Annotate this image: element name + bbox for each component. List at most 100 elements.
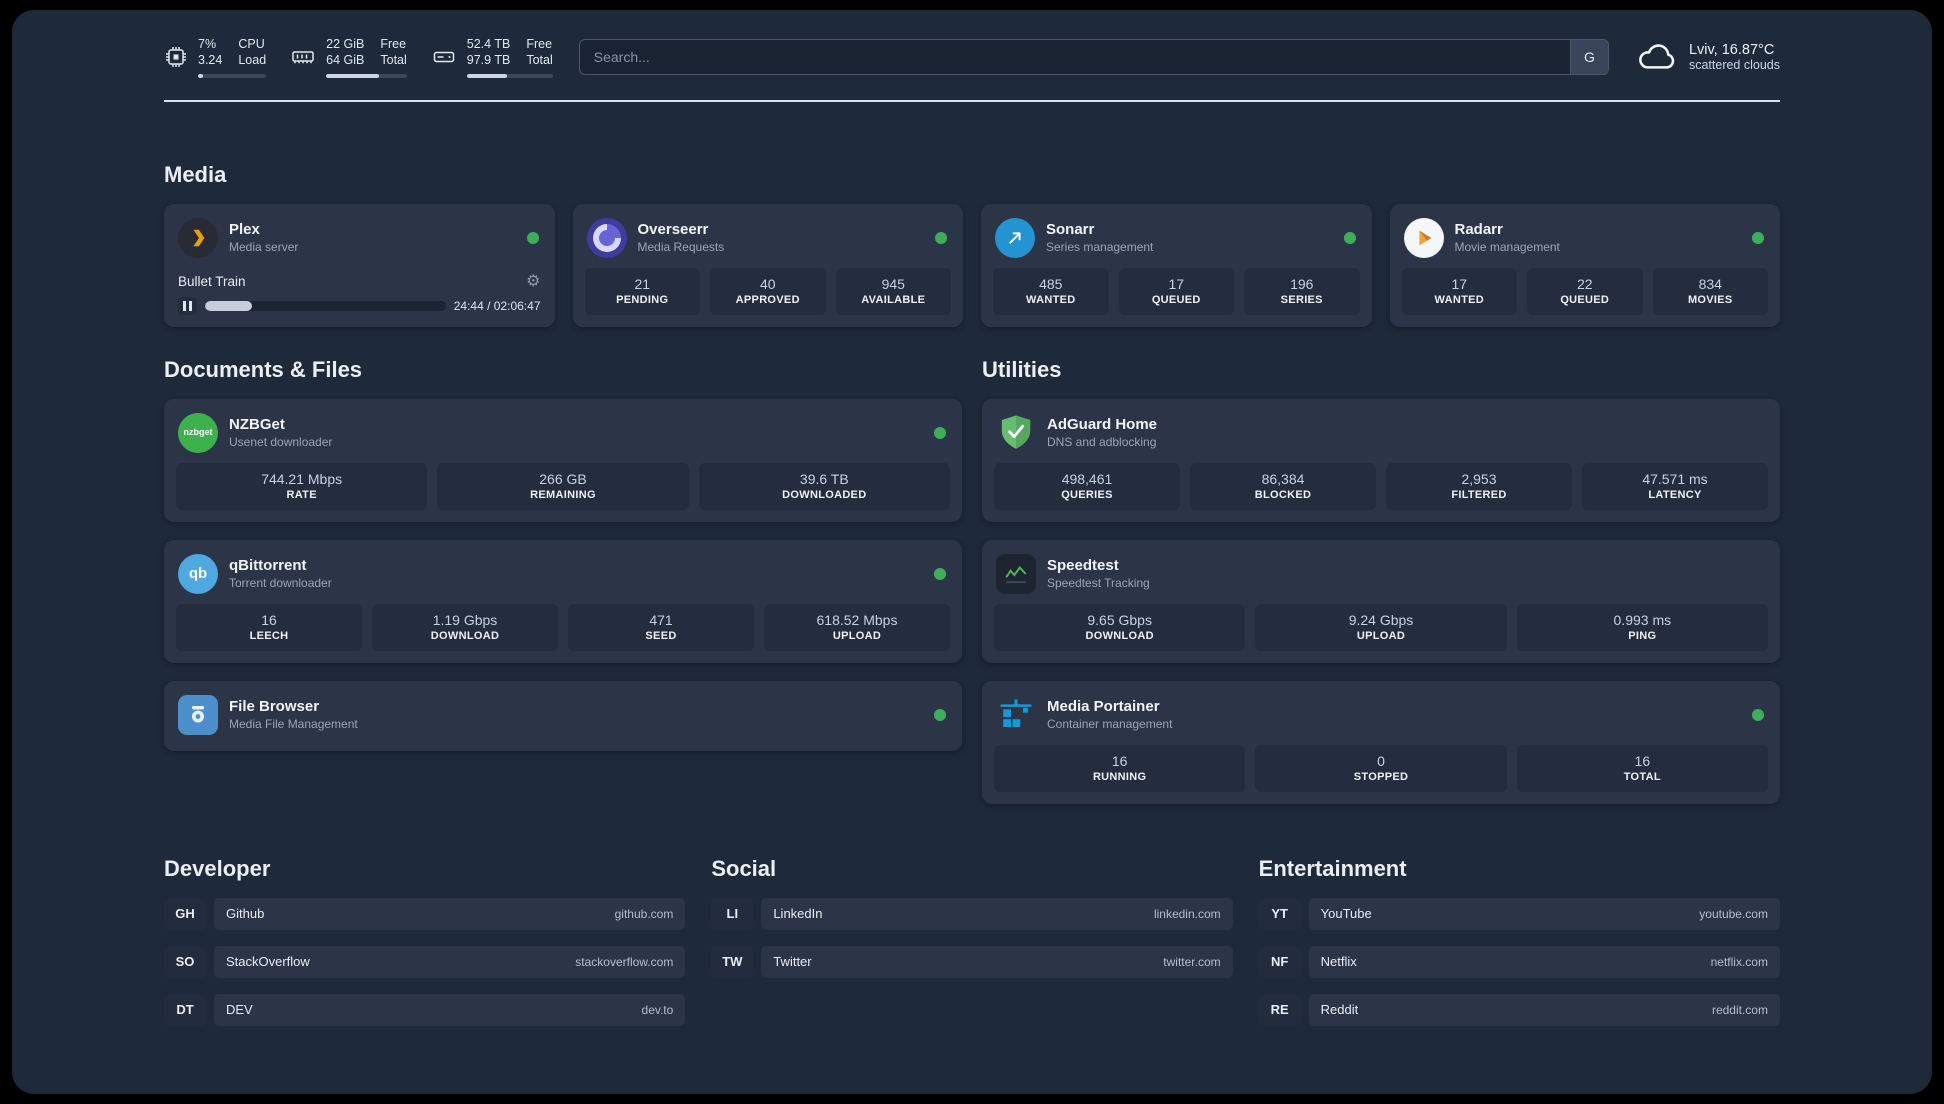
reddit-abbr-icon[interactable]: RE (1258, 993, 1301, 1026)
link-name: Reddit (1320, 1002, 1359, 1017)
portainer-icon[interactable] (996, 695, 1036, 735)
card-portainer[interactable]: Media Portainer Container management 16 … (982, 680, 1780, 804)
storage-body: 52.4 TB 97.9 TB Free Total (466, 36, 553, 78)
documents-cards: nzbget NZBGet Usenet downloader 744.21 M… (164, 398, 962, 751)
stat-label: MOVIES (1687, 293, 1733, 306)
sonarr-stats: 485 WANTED 17 QUEUED 196 SERIES (993, 267, 1360, 315)
overseerr-stats: 21 PENDING 40 APPROVED 945 AVAILABLE (584, 267, 951, 315)
card-nzbget[interactable]: nzbget NZBGet Usenet downloader 744.21 M… (164, 398, 962, 522)
utilities-cards: AdGuard Home DNS and adblocking 498,461 … (982, 398, 1780, 804)
radarr-icon[interactable] (1403, 217, 1444, 258)
link-github: GH Github github.com (164, 897, 686, 930)
app-name: Speedtest (1047, 557, 1119, 574)
stat-value: 0 (1377, 752, 1385, 769)
stackoverflow-link[interactable]: StackOverflow stackoverflow.com (214, 945, 686, 978)
settings-gear-icon[interactable]: ⚙ (526, 273, 540, 290)
memory-free: 22 GiB (326, 37, 365, 51)
playback-time: 24:44 / 02:06:47 (453, 298, 541, 313)
sonarr-icon[interactable] (995, 217, 1035, 258)
status-dot (934, 708, 946, 721)
dev-abbr-icon[interactable]: DT (164, 993, 206, 1026)
dashboard-content: 7% 3.24 CPU Load 22 GiB 64 GiB Free Tota… (164, 10, 1780, 1066)
adguard-icon[interactable] (996, 413, 1036, 453)
stackoverflow-abbr-icon[interactable]: SO (164, 945, 206, 978)
filebrowser-icon[interactable] (178, 694, 218, 735)
dev-link[interactable]: DEV dev.to (214, 993, 686, 1026)
overseerr-icon[interactable] (586, 217, 627, 258)
stat-label: DOWNLOAD (1085, 629, 1154, 642)
linkedin-link[interactable]: LinkedIn linkedin.com (761, 897, 1233, 930)
app-name: qBittorrent (229, 557, 307, 574)
bottom-grid: Developer GH Github github.com SO StackO… (164, 856, 1780, 1066)
stat-box: 266 GB REMAINING (437, 462, 689, 510)
memory-progressbar (326, 73, 407, 78)
app-name: Plex (229, 221, 260, 238)
stat-box: 0.993 ms PING (1516, 603, 1768, 651)
link-netflix: NF Netflix netflix.com (1258, 945, 1780, 978)
reddit-link[interactable]: Reddit reddit.com (1308, 993, 1780, 1026)
weather-condition: scattered clouds (1688, 57, 1780, 72)
memory-widget: 22 GiB 64 GiB Free Total (290, 36, 407, 78)
entertainment-links: YT YouTube youtube.com NF Netflix netfli… (1258, 897, 1780, 1026)
stat-box: 618.52 Mbps UPLOAD (764, 603, 950, 651)
netflix-link[interactable]: Netflix netflix.com (1308, 945, 1780, 978)
netflix-abbr-icon[interactable]: NF (1258, 945, 1301, 978)
stat-label: DOWNLOADED (782, 488, 867, 501)
app-subtitle: Usenet downloader (229, 435, 333, 449)
twitter-abbr-icon[interactable]: TW (711, 945, 754, 978)
playback-progressbar[interactable] (204, 300, 446, 311)
search-input[interactable] (579, 39, 1570, 74)
nzbget-icon[interactable]: nzbget (178, 412, 218, 453)
stat-value: 16 (1111, 752, 1128, 769)
card-sonarr[interactable]: Sonarr Series management 485 WANTED 17 Q… (981, 203, 1372, 327)
card-overseerr[interactable]: Overseerr Media Requests 21 PENDING 40 A… (572, 203, 963, 327)
cpu-load-label: Load (238, 53, 267, 68)
card-nzbget-header: nzbget NZBGet Usenet downloader (176, 409, 950, 463)
nzbget-stats: 744.21 Mbps RATE 266 GB REMAINING 39.6 T… (176, 462, 950, 510)
app-name: File Browser (229, 698, 320, 715)
stat-value: 618.52 Mbps (816, 611, 898, 628)
plex-now-playing: Bullet Train ⚙ 24:44 / 02:06:47 (176, 273, 543, 315)
youtube-link[interactable]: YouTube youtube.com (1308, 897, 1780, 930)
memory-total-label: Total (380, 53, 407, 68)
section-title-utilities: Utilities (982, 356, 1062, 382)
card-qbittorrent[interactable]: qb qBittorrent Torrent downloader 16 LEE… (164, 539, 962, 663)
app-titles: Overseerr Media Requests (638, 221, 925, 254)
card-speedtest[interactable]: Speedtest Speedtest Tracking 9.65 Gbps D… (982, 539, 1780, 663)
cpu-body: 7% 3.24 CPU Load (198, 36, 267, 78)
playback-progress-fill (204, 300, 252, 311)
stat-box: 17 WANTED (1401, 267, 1517, 315)
pause-button[interactable] (178, 296, 197, 315)
stat-value: 1.19 Gbps (432, 611, 498, 628)
stat-box: 16 RUNNING (994, 744, 1246, 792)
stat-value: 9.65 Gbps (1087, 611, 1152, 628)
stat-label: LATENCY (1648, 488, 1702, 501)
app-titles: Radarr Movie management (1455, 221, 1742, 254)
plex-icon[interactable] (178, 217, 218, 258)
card-portainer-header: Media Portainer Container management (994, 691, 1768, 745)
stat-box: 86,384 BLOCKED (1190, 462, 1376, 510)
status-dot (934, 426, 946, 439)
card-plex[interactable]: Plex Media server Bullet Train ⚙ 24:44 /… (164, 203, 555, 327)
stat-value: 16 (1634, 752, 1651, 769)
github-abbr-icon[interactable]: GH (164, 897, 206, 930)
card-adguard[interactable]: AdGuard Home DNS and adblocking 498,461 … (982, 398, 1780, 522)
topbar-divider (164, 99, 1780, 102)
github-link[interactable]: Github github.com (214, 897, 686, 930)
twitter-link[interactable]: Twitter twitter.com (761, 945, 1233, 978)
card-speedtest-header: Speedtest Speedtest Tracking (994, 550, 1768, 604)
storage-progressbar (466, 73, 553, 78)
search-engine-button[interactable]: G (1569, 39, 1608, 74)
weather-widget[interactable]: Lviv, 16.87°C scattered clouds (1635, 42, 1780, 72)
stat-box: 9.24 Gbps UPLOAD (1255, 603, 1507, 651)
card-radarr[interactable]: Radarr Movie management 17 WANTED 22 QUE… (1389, 203, 1780, 327)
youtube-abbr-icon[interactable]: YT (1258, 897, 1301, 930)
card-filebrowser[interactable]: File Browser Media File Management (164, 680, 962, 751)
stat-box: 498,461 QUERIES (994, 462, 1180, 510)
linkedin-abbr-icon[interactable]: LI (711, 897, 754, 930)
card-sonarr-header: Sonarr Series management (993, 214, 1360, 268)
stat-box: 16 LEECH (176, 603, 362, 651)
speedtest-icon[interactable] (996, 553, 1036, 594)
qbittorrent-icon[interactable]: qb (178, 553, 218, 594)
app-titles: Sonarr Series management (1046, 221, 1333, 254)
